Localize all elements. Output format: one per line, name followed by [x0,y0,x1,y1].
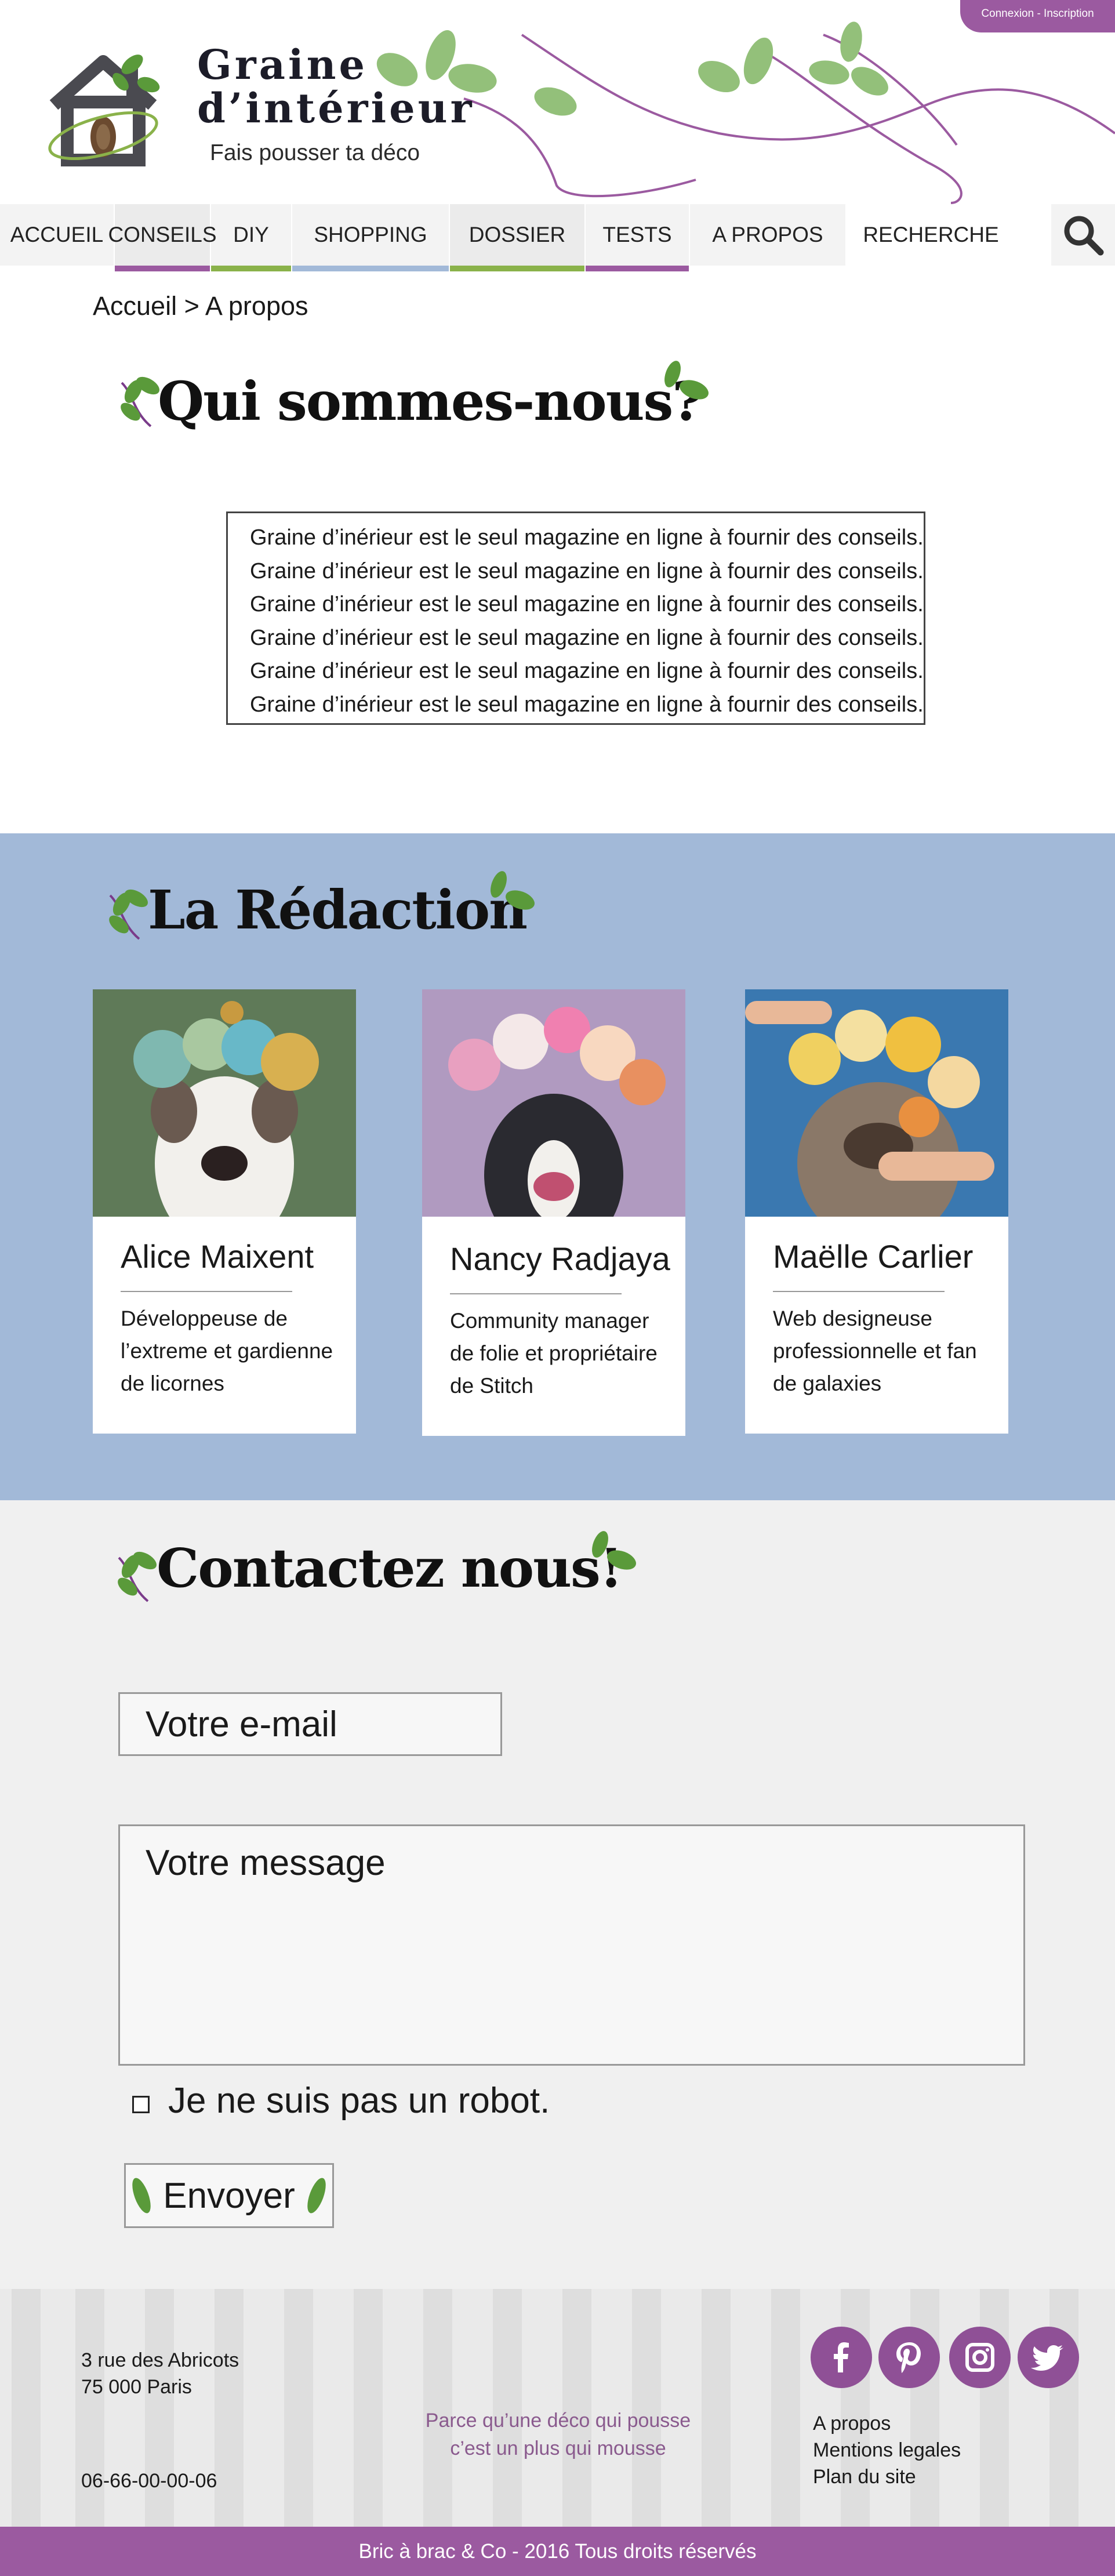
copyright-bar: Bric à brac & Co - 2016 Tous droits rése… [0,2527,1115,2576]
nav-label: DIY [233,223,269,246]
about-title: Qui sommes-nous? [158,370,703,433]
nav-accueil[interactable]: ACCUEIL [0,204,115,266]
member-role: Community manager de folie et propriétai… [450,1309,658,1398]
search-icon [1064,216,1104,256]
leaf-icon [109,889,148,940]
message-field[interactable] [118,1824,1025,2066]
brand-name-line2: d’intérieur [197,84,475,132]
nav-label: SHOPPING [314,223,427,246]
about-line: Graine d’inérieur est le seul magazine e… [250,692,924,717]
robot-label: Je ne suis pas un robot. [168,2081,550,2121]
nav-label: TESTS [602,223,672,246]
member-role: Web designeuse professionnelle et fan de… [773,1307,977,1395]
about-line: Graine d’inérieur est le seul magazine e… [250,558,924,583]
team-photo [93,989,356,1217]
nav-a-propos[interactable]: A PROPOS [690,204,847,266]
about-line: Graine d’inérieur est le seul magazine e… [250,592,924,616]
pinterest-icon [896,2342,921,2373]
facebook-link[interactable] [811,2327,872,2388]
nav-shopping[interactable]: SHOPPING [292,204,450,271]
brand-name: Graine [197,41,368,89]
nav-dossier[interactable]: DOSSIER [450,204,586,271]
nav-accent-bar [115,266,210,271]
search-label: RECHERCHE [863,223,999,246]
robot-checkbox[interactable] [132,2096,150,2113]
nav-diy[interactable]: DIY [211,204,292,271]
footer-phone: 06-66-00-00-06 [81,2470,217,2492]
slogan-line: Parce qu’une déco qui pousse [425,2410,691,2432]
twitter-icon [1031,2345,1063,2371]
nav-tests[interactable]: TESTS [586,204,690,271]
nav-accent-bar [292,266,449,271]
nav-accent-bar [586,266,689,271]
instagram-icon [965,2343,994,2372]
team-title: La Rédaction [148,879,528,941]
member-name: Alice Maixent [121,1238,314,1275]
nav-accent-bar [450,266,584,271]
team-card: Maëlle Carlier Web designeuse profession… [745,989,1008,1434]
send-label: Envoyer [163,2175,295,2216]
pinterest-link[interactable] [878,2327,940,2388]
twitter-link[interactable] [1018,2327,1079,2388]
about-line: Graine d’inérieur est le seul magazine e… [250,659,924,683]
footer-link-sitemap[interactable]: Plan du site [813,2463,916,2490]
nav-label: A PROPOS [712,223,823,246]
footer-slogan: Parce qu’une déco qui pousse c’est un pl… [325,2407,791,2462]
copyright-text: Bric à brac & Co - 2016 Tous droits rése… [358,2539,757,2563]
instagram-link[interactable] [949,2327,1011,2388]
nav-label: ACCUEIL [10,223,104,246]
breadcrumb: Accueil > A propos [93,291,308,321]
search-field[interactable]: RECHERCHE [847,204,1051,266]
slogan-line: c’est un plus qui mousse [450,2437,666,2459]
about-text-box: Graine d’inérieur est le seul magazine e… [226,511,925,725]
footer-address-line1: 3 rue des Abricots [81,2349,239,2371]
leaf-icon [592,1531,636,1570]
footer-link-about[interactable]: A propos [813,2410,891,2437]
contact-title: Contactez nous! [157,1537,623,1599]
main-nav: ACCUEIL CONSEILS DIY SHOPPING DOSSIER TE… [0,204,1115,271]
divider [450,1293,622,1294]
team-photo [422,989,685,1217]
about-line: Graine d’inérieur est le seul magazine e… [250,625,924,650]
send-button[interactable]: Envoyer [124,2163,334,2228]
leaf-icon [491,871,535,910]
about-line: Graine d’inérieur est le seul magazine e… [250,525,924,550]
team-photo [745,989,1008,1217]
leaf-icon [121,376,159,427]
logo-house-icon [48,55,160,166]
nav-conseils[interactable]: CONSEILS [108,204,217,271]
leaf-icon [664,361,709,400]
divider [773,1291,945,1292]
team-card: Nancy Radjaya Community manager de folie… [422,989,685,1436]
leaf-icon [307,2178,326,2214]
member-name: Maëlle Carlier [773,1238,974,1275]
leaf-icon [132,2178,151,2214]
nav-label: CONSEILS [108,223,217,246]
footer-address-line2: 75 000 Paris [81,2376,192,2398]
member-role: Développeuse de l’extreme et gardienne d… [121,1307,333,1395]
footer-link-legal[interactable]: Mentions legales [813,2437,961,2463]
leaf-icon [118,1551,157,1602]
divider [121,1291,292,1292]
team-card: Alice Maixent Développeuse de l’extreme … [93,989,356,1434]
nav-label: DOSSIER [468,223,566,246]
search-button[interactable] [1051,204,1115,266]
facebook-icon [834,2342,849,2372]
member-name: Nancy Radjaya [450,1240,670,1277]
email-field[interactable] [118,1692,502,1756]
tagline: Fais pousser ta déco [210,140,420,165]
nav-accent-bar [211,266,291,271]
